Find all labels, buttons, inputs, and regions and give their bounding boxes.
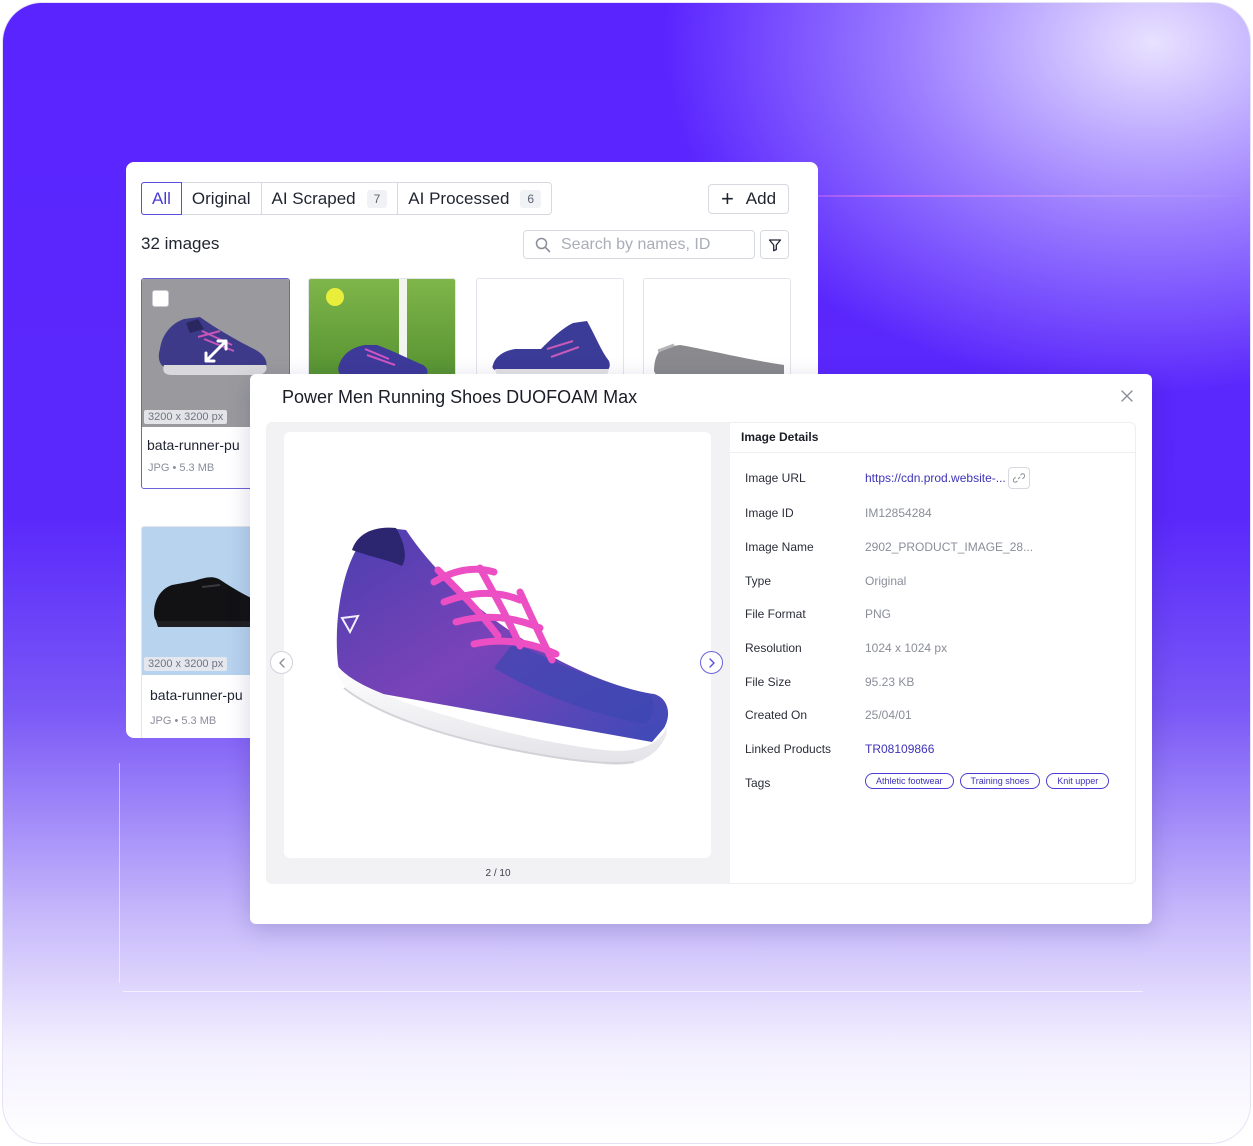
detail-value: 25/04/01: [865, 708, 912, 722]
detail-value: 95.23 KB: [865, 675, 915, 689]
select-checkbox[interactable]: [152, 290, 169, 307]
search-icon: [535, 237, 551, 252]
image-count: 32 images: [141, 234, 220, 253]
tab-count-badge: 7: [366, 189, 388, 208]
resolution-badge: 3200 x 3200 px: [144, 410, 228, 424]
next-image-button[interactable]: [700, 651, 723, 674]
detail-label: Resolution: [745, 641, 802, 655]
detail-value: IM12854284: [865, 506, 932, 520]
detail-row-type: Type Original: [745, 571, 1125, 591]
image-name: bata-runner-pu: [147, 437, 240, 453]
image-frame: [284, 432, 711, 858]
detail-label: Tags: [745, 776, 771, 790]
tab-all[interactable]: All: [141, 182, 182, 215]
filter-button[interactable]: [760, 230, 789, 259]
image-details-panel: Image Details Image URL https://cdn.prod…: [730, 422, 1136, 884]
add-button[interactable]: + Add: [708, 184, 789, 214]
detail-value: Original: [865, 574, 907, 588]
resolution-badge: 3200 x 3200 px: [144, 657, 228, 671]
tab-count-badge: 6: [520, 189, 542, 208]
image-format: JPG: [148, 462, 170, 474]
add-button-label: Add: [745, 189, 777, 208]
detail-label: Created On: [745, 708, 808, 722]
product-shoe-image: [336, 527, 669, 765]
detail-label: File Format: [745, 607, 806, 621]
tab-label: All: [152, 188, 171, 208]
decorative-line: [743, 195, 1250, 197]
plus-icon: +: [720, 186, 734, 211]
detail-row-linked-products: Linked Products TR08109866: [745, 739, 1125, 759]
tab-ai-processed[interactable]: AI Processed 6: [398, 183, 551, 214]
tag-chip[interactable]: Knit upper: [1046, 773, 1110, 789]
image-viewer: 2 / 10: [266, 422, 730, 884]
detail-label: Image ID: [745, 506, 794, 520]
image-meta: JPG • 5.3 MB: [148, 462, 215, 474]
detail-value: 1024 x 1024 px: [865, 641, 948, 655]
detail-row-resolution: Resolution 1024 x 1024 px: [745, 638, 1125, 658]
details-heading: Image Details: [730, 423, 1135, 453]
detail-row-tags: Tags Athletic footwear Training shoes Knit…: [745, 773, 1125, 793]
close-icon: [1121, 390, 1133, 402]
chevron-left-icon: [278, 657, 285, 668]
modal-title: Power Men Running Shoes DUOFOAM Max: [282, 387, 638, 407]
copy-link-button[interactable]: [1007, 467, 1030, 489]
image-name: bata-runner-pu: [150, 687, 243, 703]
detail-row-image-url: Image URL https://cdn.prod.website-...: [745, 467, 1125, 489]
decorative-line: [123, 991, 1143, 992]
detail-row-file-size: File Size 95.23 KB: [745, 672, 1125, 692]
detail-row-created-on: Created On 25/04/01: [745, 705, 1125, 725]
expand-icon[interactable]: [200, 335, 232, 367]
close-button[interactable]: [1118, 387, 1136, 405]
image-size: 5.3 MB: [179, 462, 215, 474]
image-size: 5.3 MB: [181, 715, 217, 727]
detail-row-image-name: Image Name 2902_PRODUCT_IMAGE_28...: [745, 537, 1125, 557]
tab-ai-scraped[interactable]: AI Scraped 7: [262, 183, 399, 214]
detail-row-file-format: File Format PNG: [745, 604, 1125, 624]
filter-icon: [768, 238, 781, 251]
previous-image-button[interactable]: [270, 651, 293, 674]
tag-chip[interactable]: Training shoes: [959, 773, 1041, 789]
chevron-right-icon: [708, 657, 715, 668]
image-url-link[interactable]: https://cdn.prod.website-...: [865, 471, 1006, 485]
decorative-line: [119, 763, 120, 983]
detail-value: PNG: [865, 607, 892, 621]
image-meta: JPG • 5.3 MB: [150, 715, 217, 727]
tab-original[interactable]: Original: [182, 183, 262, 214]
detail-row-image-id: Image ID IM12854284: [745, 503, 1125, 523]
filter-tabs: All Original AI Scraped 7 AI Processed 6: [141, 182, 553, 215]
detail-label: File Size: [745, 675, 792, 689]
detail-label: Type: [745, 574, 772, 588]
search-placeholder: Search by names, ID: [561, 235, 711, 253]
search-input[interactable]: Search by names, ID: [523, 230, 755, 259]
page-indicator: 2 / 10: [485, 868, 511, 879]
image-preview-modal: Power Men Running Shoes DUOFOAM Max 2 / …: [250, 374, 1152, 924]
tag-chip[interactable]: Athletic footwear: [865, 773, 954, 789]
tab-label: AI Processed: [408, 188, 510, 208]
tag-list: Athletic footwear Training shoes Knit uppe…: [865, 773, 1115, 789]
image-format: JPG: [150, 715, 172, 727]
detail-label: Linked Products: [745, 742, 832, 756]
linked-product-link[interactable]: TR08109866: [865, 742, 934, 756]
link-icon: [1012, 473, 1025, 483]
detail-label: Image URL: [745, 471, 806, 485]
detail-label: Image Name: [745, 540, 814, 554]
tab-label: Original: [191, 188, 251, 208]
tab-label: AI Scraped: [271, 188, 356, 208]
detail-value: 2902_PRODUCT_IMAGE_28...: [865, 540, 1034, 554]
